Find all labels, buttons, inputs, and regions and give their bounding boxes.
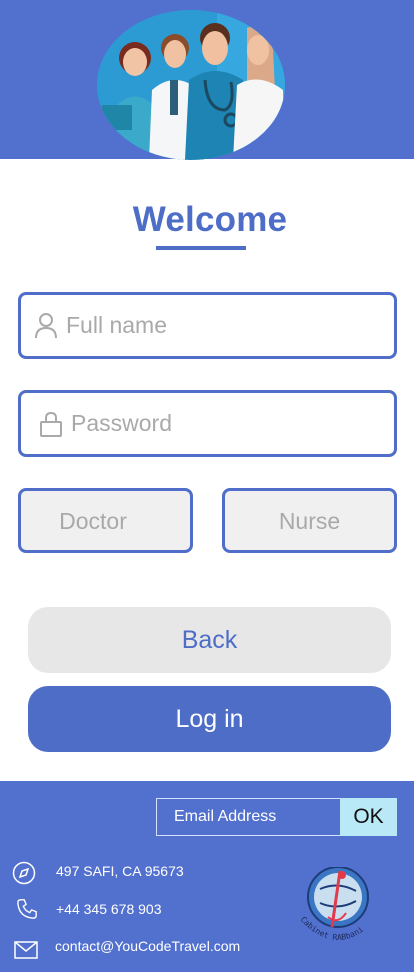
compass-icon [12,861,36,889]
fullname-placeholder: Full name [66,312,167,338]
newsletter-email-input[interactable]: Email Address [156,798,342,836]
footer: Email Address OK 497 SAFI, CA 95673 +44 … [0,781,414,972]
back-button[interactable]: Back [28,607,391,673]
user-icon [34,312,58,344]
footer-address: 497 SAFI, CA 95673 [56,863,184,879]
phone-icon [16,898,38,924]
lock-icon [39,411,63,442]
login-button[interactable]: Log in [28,686,391,752]
password-field[interactable]: Password [18,390,397,457]
footer-email[interactable]: contact@YouCodeTravel.com [55,938,240,954]
role-doctor-label: Doctor [59,508,127,534]
page-title: Welcome [132,200,288,239]
medical-staff-illustration [97,10,285,160]
password-placeholder: Password [71,410,172,436]
mail-icon [14,941,38,963]
fullname-field[interactable]: Full name [18,292,397,359]
footer-phone[interactable]: +44 345 678 903 [56,901,162,917]
newsletter-ok-button[interactable]: OK [340,798,397,836]
cabinet-logo: Cabinet RABbani [290,866,386,951]
role-nurse-label: Nurse [278,508,341,534]
header-banner [0,0,414,160]
role-doctor-button[interactable]: Doctor [18,488,193,553]
role-nurse-button[interactable]: Nurse [222,488,397,553]
title-underline [156,246,246,250]
